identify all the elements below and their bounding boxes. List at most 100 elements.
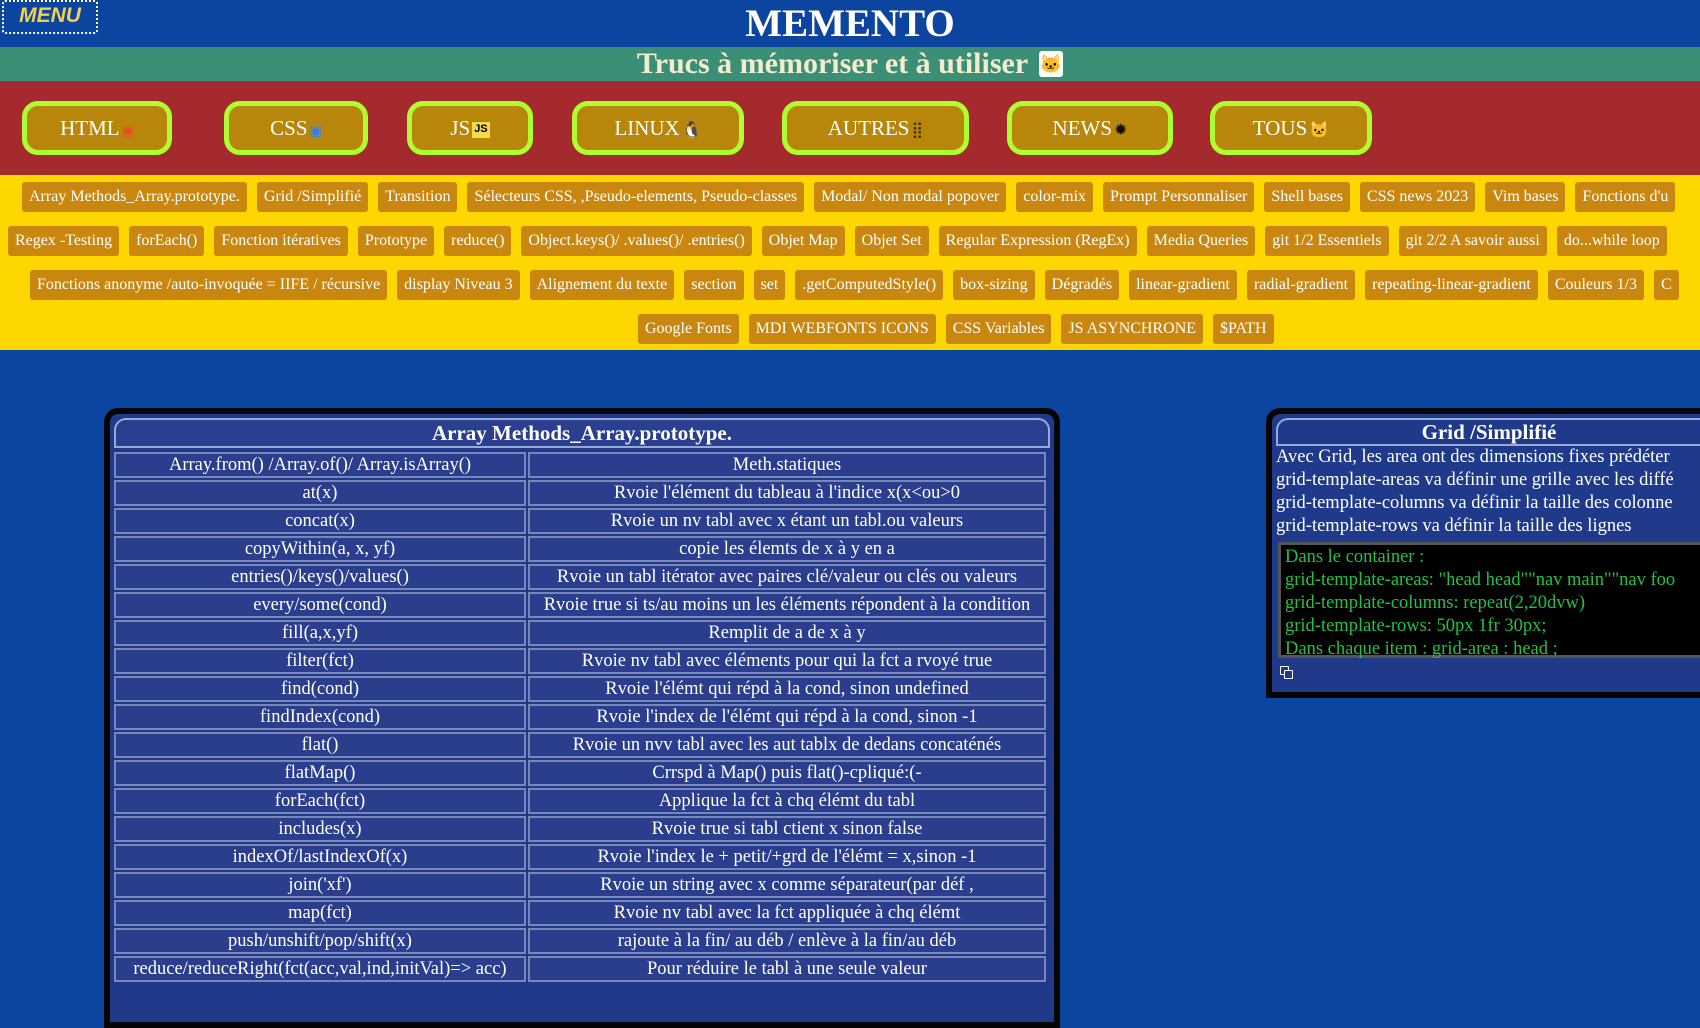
penguin-icon: 🐧 xyxy=(681,122,702,139)
tag-link[interactable]: MDI WEBFONTS ICONS xyxy=(748,314,936,344)
category-linux-button[interactable]: LINUX 🐧 xyxy=(572,101,744,155)
table-row: copyWithin(a, x, yf) copie les élemts de … xyxy=(114,536,1046,562)
method-cell: map(fct) xyxy=(114,900,526,926)
description-line: grid-template-columns va définir la tail… xyxy=(1276,493,1673,513)
subtitle-band: Trucs à mémoriser et à utiliser 🐱 xyxy=(0,47,1700,81)
category-label: JS xyxy=(450,116,471,140)
description-cell: Applique la fct à chq élémt du tabl xyxy=(528,788,1046,814)
tag-link[interactable]: reduce() xyxy=(444,226,512,256)
table-row: flat() Rvoie un nvv tabl avec les aut tab… xyxy=(114,732,1046,758)
table-row: reduce/reduceRight(fct(acc,val,ind,initV… xyxy=(114,956,1046,982)
tag-link[interactable]: C xyxy=(1654,270,1679,300)
card-title: Array Methods_Array.prototype. xyxy=(114,418,1050,448)
tag-link[interactable]: Alignement du texte xyxy=(529,270,675,300)
tag-row-1: Array Methods_Array.prototype. Grid /Simp… xyxy=(22,182,1685,214)
tag-link[interactable]: JS ASYNCHRONE xyxy=(1061,314,1204,344)
table-row: Array.from() /Array.of()/ Array.isArray(… xyxy=(114,452,1046,478)
method-cell: copyWithin(a, x, yf) xyxy=(114,536,526,562)
category-label: NEWS xyxy=(1052,116,1113,140)
tag-link[interactable]: Shell bases xyxy=(1264,182,1350,212)
tag-link[interactable]: Grid /Simplifié xyxy=(256,182,369,212)
page-subtitle: Trucs à mémoriser et à utiliser xyxy=(636,47,1028,80)
code-line: grid-template-areas: "head head""nav mai… xyxy=(1285,570,1676,590)
tag-row-2: Regex -Testing forEach() Fonction itérativ… xyxy=(8,226,1677,258)
description-cell: rajoute à la fin/ au déb / enlève à la f… xyxy=(528,928,1046,954)
tag-link[interactable]: git 1/2 Essentiels xyxy=(1265,226,1389,256)
category-tous-button[interactable]: TOUS 🐱 xyxy=(1210,101,1372,155)
description-cell: Rvoie l'index le + petit/+grd de l'élémt… xyxy=(528,844,1046,870)
tag-row-3: Fonctions anonyme /auto-invoquée = IIFE … xyxy=(30,270,1689,302)
tag-row-4: Google Fonts MDI WEBFONTS ICONS CSS Variab… xyxy=(638,314,1284,346)
tag-link[interactable]: Fonctions anonyme /auto-invoquée = IIFE … xyxy=(30,270,388,300)
copy-icon[interactable] xyxy=(1280,666,1294,680)
method-cell: includes(x) xyxy=(114,816,526,842)
tag-link[interactable]: CSS news 2023 xyxy=(1359,182,1476,212)
category-label: AUTRES xyxy=(827,116,910,140)
method-cell: forEach(fct) xyxy=(114,788,526,814)
table-row: flatMap() Crrspd à Map() puis flat()-cpli… xyxy=(114,760,1046,786)
category-js-button[interactable]: JS JS xyxy=(407,101,533,155)
table-row: filter(fct) Rvoie nv tabl avec éléments p… xyxy=(114,648,1046,674)
tag-link[interactable]: set xyxy=(753,270,786,300)
tag-link[interactable]: Sélecteurs CSS, ,Pseudo-elements, Pseudo… xyxy=(467,182,805,212)
description-cell: Meth.statiques xyxy=(528,452,1046,478)
category-news-button[interactable]: NEWS ✹ xyxy=(1007,101,1173,155)
tag-link[interactable]: Dégradés xyxy=(1044,270,1120,300)
tag-link[interactable]: color-mix xyxy=(1016,182,1094,212)
tag-link[interactable]: Google Fonts xyxy=(638,314,739,344)
tag-link[interactable]: Prompt Personnaliser xyxy=(1103,182,1255,212)
tag-link[interactable]: box-sizing xyxy=(953,270,1035,300)
tag-link[interactable]: $PATH xyxy=(1213,314,1274,344)
table-row: findIndex(cond) Rvoie l'index de l'élémt … xyxy=(114,704,1046,730)
css3-icon: ▣ xyxy=(309,123,322,138)
tag-link[interactable]: git 2/2 A savoir aussi xyxy=(1398,226,1547,256)
tag-link[interactable]: do...while loop xyxy=(1556,226,1667,256)
tag-link[interactable]: Object.keys()/ .values()/ .entries() xyxy=(521,226,752,256)
tag-link[interactable]: Media Queries xyxy=(1146,226,1256,256)
tag-link[interactable]: linear-gradient xyxy=(1129,270,1237,300)
tag-link[interactable]: Modal/ Non modal popover xyxy=(814,182,1007,212)
category-html-button[interactable]: HTML ▣ xyxy=(22,101,172,155)
description-cell: Rvoie un nvv tabl avec les aut tablx de … xyxy=(528,732,1046,758)
tag-link[interactable]: repeating-linear-gradient xyxy=(1365,270,1538,300)
cat-icon: 🐱 xyxy=(1039,51,1064,78)
tag-link[interactable]: Objet Map xyxy=(761,226,845,256)
category-label: LINUX xyxy=(614,116,680,140)
method-cell: flat() xyxy=(114,732,526,758)
method-cell: entries()/keys()/values() xyxy=(114,564,526,590)
tag-link[interactable]: Vim bases xyxy=(1485,182,1566,212)
method-cell: push/unshift/pop/shift(x) xyxy=(114,928,526,954)
tag-link[interactable]: Objet Set xyxy=(854,226,929,256)
tag-link[interactable]: radial-gradient xyxy=(1246,270,1356,300)
tag-link[interactable]: Regex -Testing xyxy=(8,226,120,256)
tag-link[interactable]: Array Methods_Array.prototype. xyxy=(22,182,247,212)
tag-link[interactable]: .getComputedStyle() xyxy=(795,270,944,300)
tag-link[interactable]: Prototype xyxy=(357,226,435,256)
description-cell: Rvoie l'index de l'élémt qui répd à la c… xyxy=(528,704,1046,730)
tag-link[interactable]: Transition xyxy=(378,182,458,212)
tag-link[interactable]: forEach() xyxy=(129,226,205,256)
array-methods-card: Array Methods_Array.prototype. Array.fro… xyxy=(104,408,1060,1028)
tag-link[interactable]: section xyxy=(684,270,744,300)
category-autres-button[interactable]: AUTRES ⣿ xyxy=(782,101,969,155)
method-cell: join('xf') xyxy=(114,872,526,898)
tag-link[interactable]: Regular Expression (RegEx) xyxy=(938,226,1137,256)
description-cell: Rvoie l'élémt qui répd à la cond, sinon … xyxy=(528,676,1046,702)
description-line: grid-template-areas va définir une grill… xyxy=(1276,470,1674,490)
category-css-button[interactable]: CSS ▣ xyxy=(224,101,368,155)
tag-link[interactable]: CSS Variables xyxy=(945,314,1052,344)
table-row: map(fct) Rvoie nv tabl avec la fct appliq… xyxy=(114,900,1046,926)
tag-link[interactable]: display Niveau 3 xyxy=(397,270,520,300)
cat-icon: 🐱 xyxy=(1309,122,1330,139)
description-cell: Remplit de a de x à y xyxy=(528,620,1046,646)
table-row: forEach(fct) Applique la fct à chq élémt … xyxy=(114,788,1046,814)
code-line: Dans chaque item : grid-area : head ; xyxy=(1285,639,1558,659)
tag-link[interactable]: Fonctions d'u xyxy=(1575,182,1676,212)
description-cell: Rvoie true si tabl ctient x sinon false xyxy=(528,816,1046,842)
category-label: TOUS xyxy=(1252,116,1308,140)
description-cell: Rvoie un tabl itérator avec paires clé/v… xyxy=(528,564,1046,590)
table-row: concat(x) Rvoie un nv tabl avec x étant u… xyxy=(114,508,1046,534)
tag-link[interactable]: Couleurs 1/3 xyxy=(1547,270,1645,300)
table-row: indexOf/lastIndexOf(x) Rvoie l'index le +… xyxy=(114,844,1046,870)
tag-link[interactable]: Fonction itératives xyxy=(214,226,348,256)
